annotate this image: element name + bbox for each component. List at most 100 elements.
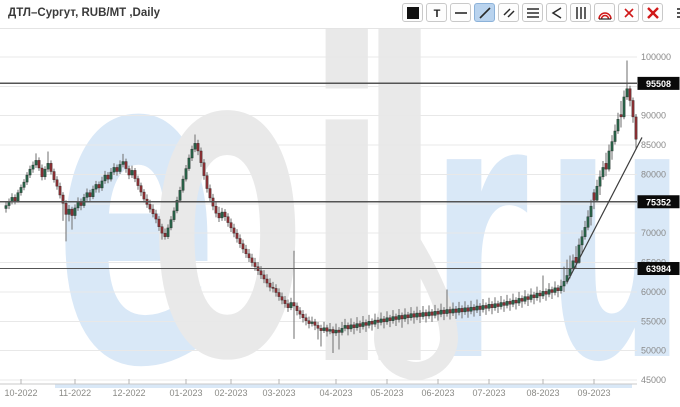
bear-candle: [635, 117, 637, 139]
bear-candle: [407, 315, 409, 318]
bear-candle: [161, 227, 163, 233]
bear-candle: [233, 228, 235, 233]
bear-candle: [383, 319, 385, 322]
bull-candle: [494, 304, 496, 308]
bear-candle: [272, 287, 274, 288]
price-badge-label: 75352: [646, 197, 671, 207]
bull-candle: [548, 290, 550, 295]
fib-arcs-tool-button[interactable]: [594, 3, 615, 22]
bull-candle: [44, 169, 46, 177]
bull-candle: [185, 169, 187, 180]
parallel-lines-tool-button[interactable]: [498, 3, 519, 22]
bull-candle: [173, 211, 175, 220]
bear-candle: [203, 163, 205, 176]
bull-candle: [536, 293, 538, 298]
text-tool-button[interactable]: T: [426, 3, 447, 22]
bear-candle: [260, 271, 262, 275]
bull-candle: [188, 158, 190, 169]
bull-candle: [446, 310, 448, 314]
bear-candle: [128, 169, 130, 175]
hlines3-icon: [526, 6, 540, 20]
bull-candle: [596, 186, 598, 200]
bear-candle: [152, 209, 154, 214]
price-tick-label: 50000: [641, 346, 666, 356]
candlestick-chart[interactable]: 1000009500090000850008000075000700006500…: [0, 28, 680, 407]
angle-icon: [550, 6, 564, 20]
color-swatch-tool-button[interactable]: [402, 3, 423, 22]
bull-candle: [563, 281, 565, 286]
bull-candle: [584, 227, 586, 236]
bear-candle: [251, 258, 253, 263]
price-badge-label: 95508: [646, 79, 671, 89]
bear-candle: [353, 325, 355, 328]
bear-candle: [224, 212, 226, 217]
candles: [5, 61, 637, 353]
bear-candle: [539, 293, 541, 296]
month-tick-label: 05-2023: [370, 388, 403, 398]
bear-candle: [284, 300, 286, 304]
month-tick-label: 06-2023: [421, 388, 454, 398]
bear-candle: [107, 175, 109, 179]
bear-candle: [455, 309, 457, 313]
diagonal-icon: [478, 6, 492, 20]
delete-all-tool-button[interactable]: [642, 3, 663, 22]
chart-menu-button[interactable]: [675, 3, 680, 22]
topbar: ДТЛ–Сургут, RUB/МТ ,Daily T: [0, 0, 680, 29]
bear-candle: [116, 167, 118, 171]
bear-candle: [293, 302, 295, 306]
bull-candle: [518, 298, 520, 303]
bull-candle: [410, 314, 412, 318]
trend-line-tool-button[interactable]: [474, 3, 495, 22]
bull-candle: [464, 308, 466, 312]
angle-tool-button[interactable]: [546, 3, 567, 22]
horizontal-line-tool-button[interactable]: [450, 3, 471, 22]
bear-candle: [491, 304, 493, 308]
bull-candle: [95, 184, 97, 189]
bear-candle: [338, 330, 340, 332]
bear-candle: [431, 312, 433, 316]
bear-candle: [239, 238, 241, 243]
bull-candle: [626, 89, 628, 97]
bear-candle: [551, 290, 553, 293]
bull-candle: [68, 209, 70, 214]
bear-candle: [521, 298, 523, 301]
bear-candle: [89, 193, 91, 197]
bull-candle: [623, 97, 625, 117]
bear-candle: [479, 306, 481, 310]
bear-candle: [545, 291, 547, 294]
bear-candle: [164, 233, 166, 237]
time-axis[interactable]: 10-202211-202212-202201-202302-202303-20…: [0, 379, 637, 398]
bull-candle: [560, 286, 562, 291]
bear-candle: [467, 308, 469, 312]
bull-candle: [167, 228, 169, 237]
bear-candle: [437, 311, 439, 314]
bull-candle: [572, 261, 574, 269]
bull-candle: [482, 305, 484, 309]
month-tick-label: 01-2023: [169, 388, 202, 398]
bull-candle: [17, 193, 19, 201]
bull-candle: [170, 220, 172, 228]
fib-levels-tool-button[interactable]: [522, 3, 543, 22]
bull-candle: [404, 315, 406, 319]
trend-line[interactable]: [567, 137, 642, 282]
bear-candle: [230, 223, 232, 228]
hline-icon: [454, 6, 468, 20]
price-axis[interactable]: 1000009500090000850008000075000700006500…: [641, 52, 671, 385]
bear-candle: [236, 233, 238, 238]
delete-drawing-tool-button[interactable]: [618, 3, 639, 22]
bear-candle: [620, 115, 622, 117]
bull-candle: [92, 189, 94, 197]
hamburger-icon: [676, 5, 680, 21]
swatch-icon: [406, 6, 420, 20]
bear-candle: [296, 306, 298, 311]
bear-candle: [287, 304, 289, 308]
bear-candle: [140, 186, 142, 192]
bull-candle: [26, 175, 28, 182]
bull-candle: [368, 321, 370, 325]
bull-candle: [5, 206, 7, 209]
bull-candle: [542, 291, 544, 296]
vertical-lines-tool-button[interactable]: [570, 3, 591, 22]
month-tick-label: 03-2023: [262, 388, 295, 398]
bull-candle: [104, 175, 106, 181]
bear-candle: [41, 168, 43, 177]
